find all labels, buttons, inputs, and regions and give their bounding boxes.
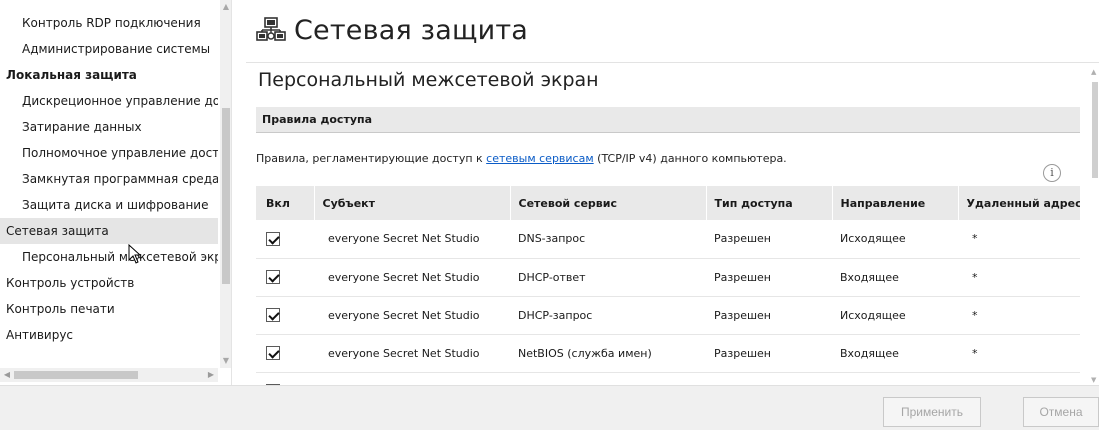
tree-item-print-control[interactable]: Контроль печати: [0, 296, 218, 322]
scroll-left-arrow-icon[interactable]: ◀: [0, 368, 14, 382]
service-cell: NetBIOS (служба имен): [510, 334, 706, 373]
subject-cell: everyone Secret Net Studio: [314, 296, 510, 335]
column-header-direction[interactable]: Направление: [832, 186, 959, 220]
table-row[interactable]: everyone Secret Net Studio NetBIOS (служ…: [256, 372, 1080, 385]
scroll-up-arrow-icon[interactable]: ▲: [220, 0, 231, 14]
sidebar-vertical-scroll-thumb[interactable]: [222, 108, 230, 284]
page-title: Сетевая защита: [294, 14, 529, 46]
dialog-footer: Применить Отмена: [0, 385, 1099, 430]
navigation-sidebar: Контроль RDP подключения Администрирован…: [0, 0, 232, 385]
scroll-down-arrow-icon[interactable]: ▼: [220, 354, 231, 368]
column-header-access-type[interactable]: Тип доступа: [706, 186, 833, 220]
enabled-checkbox[interactable]: [266, 346, 280, 360]
sidebar-horizontal-scroll-thumb[interactable]: [14, 371, 138, 379]
service-cell: DHCP-ответ: [510, 258, 706, 297]
access-cell: Разрешен: [706, 220, 832, 259]
column-header-enabled[interactable]: Вкл: [256, 186, 315, 220]
enabled-cell: [256, 296, 314, 335]
tree-item-device-control[interactable]: Контроль устройств: [0, 270, 218, 296]
service-cell: DHCP-запрос: [510, 296, 706, 335]
enabled-cell: [256, 258, 314, 297]
access-cell: Разрешен: [706, 334, 832, 373]
tree-item-antivirus[interactable]: Антивирус: [0, 322, 218, 348]
service-cell: DNS-запрос: [510, 220, 706, 259]
tree-item-rdp-control[interactable]: Контроль RDP подключения: [0, 10, 218, 36]
panel-scroll-thumb[interactable]: [1092, 82, 1098, 178]
sidebar-horizontal-scrollbar[interactable]: ◀ ▶: [0, 368, 218, 382]
rules-table-container: Вкл Субъект Сетевой сервис Тип доступа Н…: [256, 186, 1080, 385]
description-prefix: Правила, регламентирующие доступ к: [256, 152, 487, 165]
subject-cell: everyone Secret Net Studio: [314, 258, 510, 297]
enabled-cell: [256, 334, 314, 373]
remote-address-cell: *: [958, 334, 1080, 373]
direction-cell: Входящее: [832, 258, 958, 297]
tree-item-data-wiping[interactable]: Затирание данных: [0, 114, 218, 140]
settings-tree: Контроль RDP подключения Администрирован…: [0, 0, 218, 368]
subject-cell: everyone Secret Net Studio: [314, 220, 510, 259]
remote-address-cell: *: [958, 258, 1080, 297]
table-row[interactable]: everyone Secret Net Studio NetBIOS (служ…: [256, 334, 1080, 373]
tree-item-discretionary-access[interactable]: Дискреционное управление доступом: [0, 88, 218, 114]
access-cell: Разрешен: [706, 372, 832, 385]
access-cell: Разрешен: [706, 296, 832, 335]
tree-item-closed-software-env[interactable]: Замкнутая программная среда: [0, 166, 218, 192]
direction-cell: Входящее: [832, 372, 958, 385]
table-row[interactable]: everyone Secret Net Studio DHCP-ответ Ра…: [256, 258, 1080, 297]
rules-table: Вкл Субъект Сетевой сервис Тип доступа Н…: [256, 186, 1080, 385]
enabled-checkbox[interactable]: [266, 231, 280, 246]
column-header-remote-address[interactable]: Удаленный адрес: [958, 186, 1080, 220]
tree-item-disk-encryption[interactable]: Защита диска и шифрование: [0, 192, 218, 218]
subject-cell: everyone Secret Net Studio: [314, 372, 510, 385]
page-header: Сетевая защита: [256, 6, 528, 54]
access-rules-header: Правила доступа: [256, 107, 1080, 133]
enabled-checkbox[interactable]: [266, 308, 280, 322]
access-cell: Разрешен: [706, 258, 832, 297]
rules-description: Правила, регламентирующие доступ к сетев…: [256, 152, 787, 165]
tree-item-mandatory-access[interactable]: Полномочное управление доступом: [0, 140, 218, 166]
tree-item-hidden-bottom: [0, 348, 218, 362]
enabled-cell: [256, 220, 314, 259]
direction-cell: Исходящее: [832, 296, 958, 335]
remote-address-cell: *: [958, 220, 1080, 259]
direction-cell: Входящее: [832, 334, 958, 373]
enabled-checkbox[interactable]: [266, 270, 280, 284]
enabled-cell: [256, 372, 314, 385]
direction-cell: Исходящее: [832, 220, 958, 259]
section-title: Персональный межсетевой экран: [258, 69, 599, 91]
tree-item-personal-firewall[interactable]: Персональный межсетевой экран: [0, 244, 218, 270]
column-header-subject[interactable]: Субъект: [314, 186, 511, 220]
description-suffix: (TCP/IP v4) данного компьютера.: [593, 152, 787, 165]
tree-item-hidden-top: [0, 0, 218, 10]
service-cell: NetBIOS (служба датаграмм): [510, 372, 706, 385]
scroll-right-arrow-icon[interactable]: ▶: [204, 368, 218, 382]
apply-button[interactable]: Применить: [883, 397, 981, 427]
panel-scroll-up-icon[interactable]: ▲: [1091, 68, 1096, 76]
panel-scroll-down-icon[interactable]: ▼: [1091, 376, 1096, 384]
firewall-panel: Персональный межсетевой экран Правила до…: [246, 62, 1099, 385]
subject-cell: everyone Secret Net Studio: [314, 334, 510, 373]
remote-address-cell: *: [958, 296, 1080, 335]
info-icon[interactable]: i: [1043, 164, 1061, 182]
network-protection-icon: [256, 17, 286, 41]
sidebar-vertical-scrollbar[interactable]: ▲ ▼: [220, 0, 231, 368]
network-services-link[interactable]: сетевым сервисам: [486, 152, 593, 165]
column-header-service[interactable]: Сетевой сервис: [510, 186, 707, 220]
table-row[interactable]: everyone Secret Net Studio DNS-запрос Ра…: [256, 220, 1080, 259]
panel-vertical-scrollbar[interactable]: ▲ ▼: [1091, 68, 1099, 384]
cancel-button[interactable]: Отмена: [1023, 397, 1099, 427]
tree-item-system-admin[interactable]: Администрирование системы: [0, 36, 218, 62]
tree-item-local-protection[interactable]: Локальная защита: [0, 62, 218, 88]
table-header-row: Вкл Субъект Сетевой сервис Тип доступа Н…: [256, 186, 1080, 220]
table-row[interactable]: everyone Secret Net Studio DHCP-запрос Р…: [256, 296, 1080, 335]
remote-address-cell: *: [958, 372, 1080, 385]
tree-item-network-protection[interactable]: Сетевая защита: [0, 218, 218, 244]
